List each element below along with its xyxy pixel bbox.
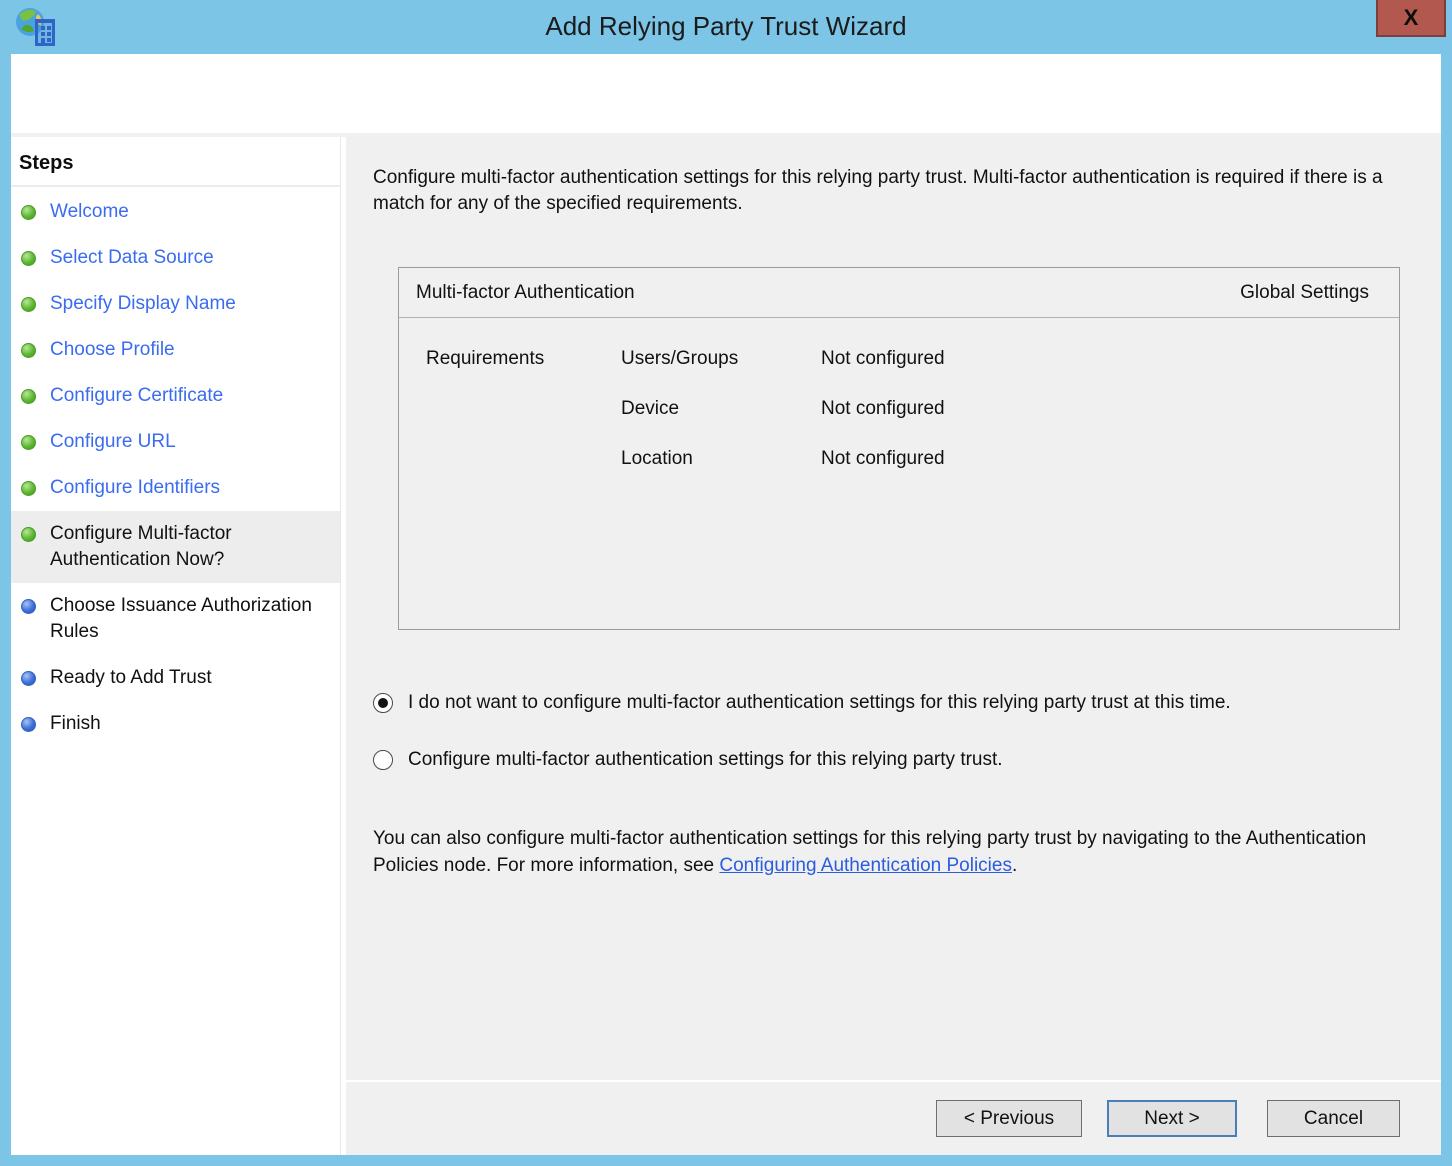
mfa-table-row: LocationNot configured [399, 434, 1399, 484]
header-band [11, 54, 1441, 137]
step-label: Ready to Add Trust [50, 665, 212, 691]
main-content: Configure multi-factor authentication se… [346, 137, 1441, 1080]
step-label: Select Data Source [50, 245, 214, 271]
mfa-table-row: RequirementsUsers/GroupsNot configured [399, 334, 1399, 384]
titlebar: Add Relying Party Trust Wizard X [0, 0, 1452, 54]
mfa-cell-col2: Location [621, 448, 821, 470]
step-label: Specify Display Name [50, 291, 236, 317]
configuring-authentication-policies-link[interactable]: Configuring Authentication Policies [719, 855, 1012, 876]
step-label: Configure Certificate [50, 383, 223, 409]
step-label: Configure Multi-factor Authentication No… [50, 521, 332, 573]
close-icon: X [1404, 5, 1419, 31]
footnote-text: You can also configure multi-factor auth… [373, 825, 1419, 879]
mfa-cell-col3: Not configured [821, 348, 1399, 370]
sidebar-step-configure-identifiers[interactable]: Configure Identifiers [11, 465, 340, 511]
mfa-settings-table: Multi-factor Authentication Global Setti… [398, 267, 1400, 630]
sidebar-step-configure-multi-factor-authentication-now: Configure Multi-factor Authentication No… [11, 511, 340, 583]
step-status-icon [21, 343, 36, 358]
sidebar-step-choose-issuance-authorization-rules: Choose Issuance Authorization Rules [11, 583, 340, 655]
sidebar-step-finish: Finish [11, 701, 340, 747]
radio-button-icon[interactable] [373, 750, 393, 770]
mfa-table-row: DeviceNot configured [399, 384, 1399, 434]
step-status-icon [21, 389, 36, 404]
cancel-button[interactable]: Cancel [1267, 1100, 1400, 1137]
sidebar-step-welcome[interactable]: Welcome [11, 189, 340, 235]
steps-sidebar: Steps Welcome Select Data Source Specify D… [11, 137, 341, 1155]
step-status-icon [21, 251, 36, 266]
mfa-cell-col2: Users/Groups [621, 348, 821, 370]
step-label: Choose Profile [50, 337, 175, 363]
footnote-after: . [1012, 855, 1017, 876]
step-status-icon [21, 481, 36, 496]
sidebar-step-configure-certificate[interactable]: Configure Certificate [11, 373, 340, 419]
step-status-icon [21, 717, 36, 732]
radio-option-configure-mfa[interactable]: Configure multi-factor authentication se… [373, 747, 1441, 773]
previous-button[interactable]: < Previous [936, 1100, 1082, 1137]
step-status-icon [21, 599, 36, 614]
close-button[interactable]: X [1376, 0, 1446, 37]
step-status-icon [21, 671, 36, 686]
next-button[interactable]: Next > [1107, 1100, 1237, 1137]
mfa-cell-col1: Requirements [426, 348, 621, 370]
sidebar-step-specify-display-name[interactable]: Specify Display Name [11, 281, 340, 327]
sidebar-step-ready-to-add-trust: Ready to Add Trust [11, 655, 340, 701]
step-label: Welcome [50, 199, 129, 225]
step-label: Choose Issuance Authorization Rules [50, 593, 332, 645]
step-label: Configure URL [50, 429, 176, 455]
wizard-window: Add Relying Party Trust Wizard X Steps W… [0, 0, 1452, 1166]
mfa-cell-col3: Not configured [821, 398, 1399, 420]
mfa-table-title: Multi-factor Authentication [416, 282, 635, 304]
mfa-table-rows: RequirementsUsers/GroupsNot configuredDe… [399, 318, 1399, 484]
step-status-icon [21, 527, 36, 542]
step-status-icon [21, 297, 36, 312]
sidebar-step-select-data-source[interactable]: Select Data Source [11, 235, 340, 281]
sidebar-step-configure-url[interactable]: Configure URL [11, 419, 340, 465]
dialog-body: Steps Welcome Select Data Source Specify D… [11, 54, 1441, 1155]
steps-list: Welcome Select Data Source Specify Display… [11, 187, 340, 747]
radio-option-no-mfa[interactable]: I do not want to configure multi-factor … [373, 690, 1441, 716]
mfa-table-header: Multi-factor Authentication Global Setti… [399, 268, 1399, 318]
mfa-cell-col3: Not configured [821, 448, 1399, 470]
sidebar-step-choose-profile[interactable]: Choose Profile [11, 327, 340, 373]
global-settings-label: Global Settings [1240, 282, 1369, 304]
step-status-icon [21, 205, 36, 220]
mfa-cell-col2: Device [621, 398, 821, 420]
radio-label: Configure multi-factor authentication se… [408, 747, 1003, 773]
intro-text: Configure multi-factor authentication se… [373, 165, 1413, 217]
button-bar: < Previous Next > Cancel [346, 1080, 1441, 1155]
radio-label: I do not want to configure multi-factor … [408, 690, 1231, 716]
window-title: Add Relying Party Trust Wizard [0, 11, 1452, 42]
content-row: Steps Welcome Select Data Source Specify D… [11, 137, 1441, 1155]
main-panel: Configure multi-factor authentication se… [346, 137, 1441, 1155]
step-status-icon [21, 435, 36, 450]
step-label: Configure Identifiers [50, 475, 220, 501]
steps-heading: Steps [11, 146, 340, 187]
step-label: Finish [50, 711, 101, 737]
radio-button-icon[interactable] [373, 693, 393, 713]
